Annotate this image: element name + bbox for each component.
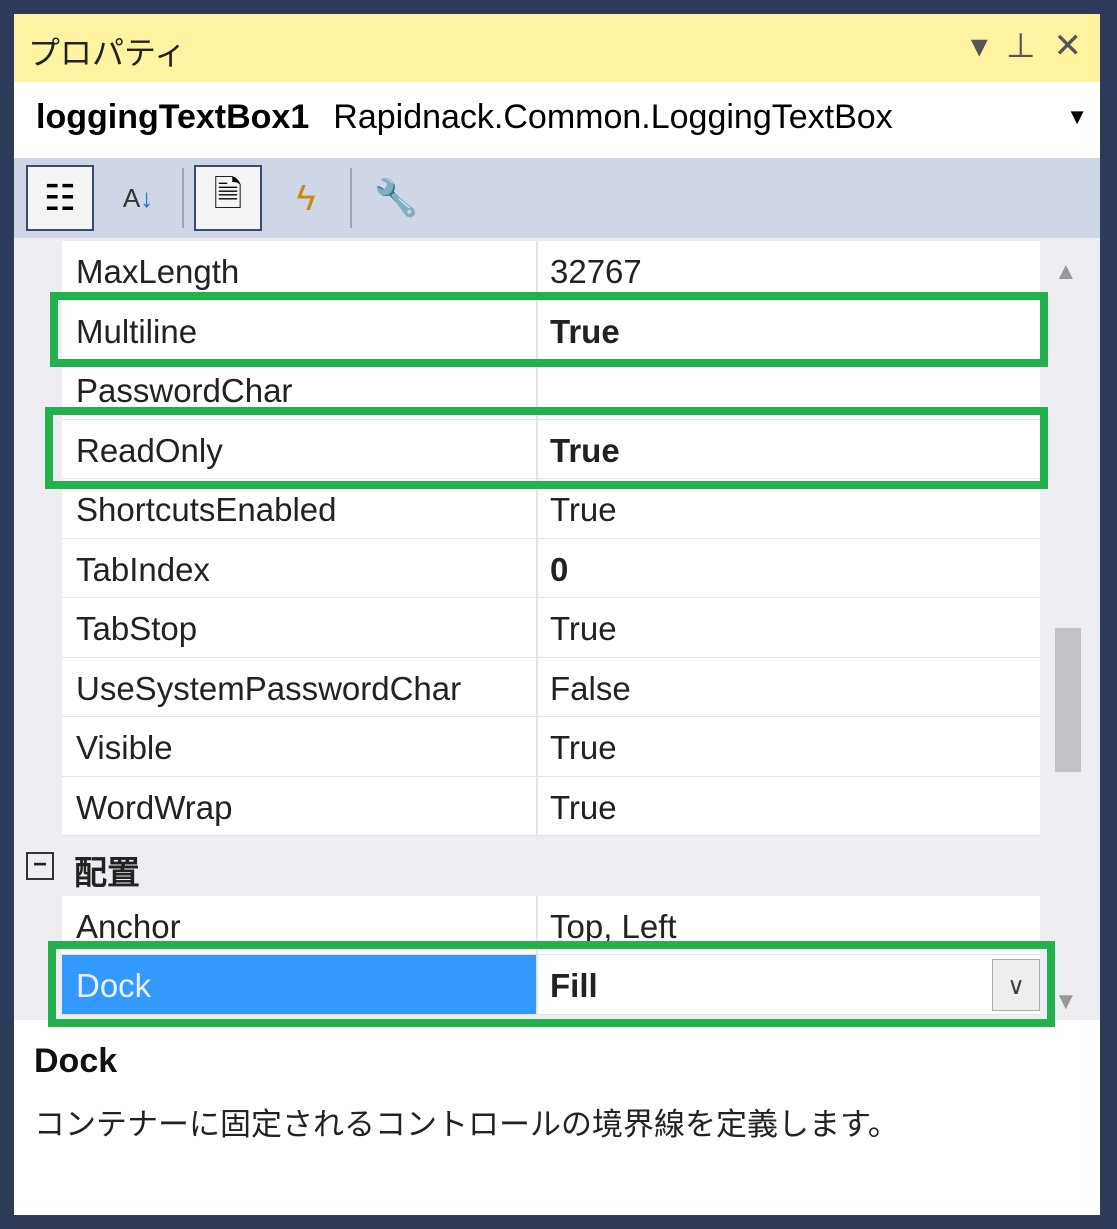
- close-icon[interactable]: ✕: [1054, 26, 1083, 66]
- highlight-readonly: [45, 407, 1048, 489]
- highlight-dock: [48, 941, 1055, 1027]
- collapse-icon[interactable]: −: [26, 852, 54, 880]
- highlight-multiline: [50, 292, 1048, 367]
- description-text: コンテナーに固定されるコントロールの境界線を定義します。: [34, 1107, 899, 1142]
- toolbar: ☷ A↓ 🗎 ϟ 🔧: [14, 158, 1100, 238]
- property-value[interactable]: True: [538, 776, 1040, 836]
- categorized-icon: ☷: [43, 177, 77, 218]
- category-label: 配置: [74, 854, 140, 891]
- dropdown-icon[interactable]: ▾: [971, 26, 988, 66]
- property-row-usesystempasswordchar[interactable]: UseSystemPasswordChar False: [14, 657, 1040, 717]
- lightning-icon: ϟ: [296, 177, 316, 218]
- sort-az-icon: A↓: [122, 182, 154, 213]
- separator: [182, 168, 184, 228]
- property-row-wordwrap[interactable]: WordWrap True: [14, 776, 1040, 836]
- property-value[interactable]: True: [538, 598, 1040, 658]
- title-bar: プロパティ ▾ ⊥ ✕: [14, 14, 1100, 82]
- property-name[interactable]: TabIndex: [62, 538, 538, 598]
- description-title: Dock: [34, 1042, 118, 1080]
- property-value[interactable]: True: [538, 717, 1040, 777]
- events-button[interactable]: ϟ: [272, 165, 340, 231]
- property-row-visible[interactable]: Visible True: [14, 717, 1040, 777]
- scroll-down-icon[interactable]: ▼: [1054, 988, 1078, 1016]
- wrench-icon: 🔧: [373, 177, 419, 218]
- property-row-tabindex[interactable]: TabIndex 0: [14, 538, 1040, 598]
- property-name[interactable]: UseSystemPasswordChar: [62, 657, 538, 717]
- property-value[interactable]: False: [538, 657, 1040, 717]
- scroll-thumb[interactable]: [1055, 628, 1081, 772]
- object-selector[interactable]: loggingTextBox1 Rapidnack.Common.LoggingT…: [14, 82, 1100, 158]
- separator: [350, 168, 352, 228]
- scrollbar[interactable]: ▲ ▼: [1040, 238, 1100, 1020]
- property-name[interactable]: WordWrap: [62, 776, 538, 836]
- panel-title: プロパティ: [28, 35, 187, 71]
- pin-icon[interactable]: ⊥: [1006, 26, 1036, 66]
- scroll-up-icon[interactable]: ▲: [1054, 258, 1078, 286]
- description-pane: Dock コンテナーに固定されるコントロールの境界線を定義します。: [14, 1020, 1100, 1215]
- property-page-icon: 🗎: [213, 172, 243, 214]
- property-pages-button[interactable]: 🔧: [362, 165, 430, 231]
- chevron-down-icon[interactable]: ▼: [1066, 104, 1088, 130]
- category-row[interactable]: − 配置: [14, 836, 1040, 896]
- properties-button[interactable]: 🗎: [194, 165, 262, 231]
- property-row-tabstop[interactable]: TabStop True: [14, 598, 1040, 658]
- property-name[interactable]: Visible: [62, 717, 538, 777]
- alphabetical-button[interactable]: A↓: [104, 165, 172, 231]
- property-name[interactable]: TabStop: [62, 598, 538, 658]
- categorized-button[interactable]: ☷: [26, 165, 94, 231]
- object-name: loggingTextBox1: [36, 98, 310, 136]
- properties-panel: プロパティ ▾ ⊥ ✕ loggingTextBox1 Rapidnack.Com…: [14, 14, 1100, 1215]
- object-type: Rapidnack.Common.LoggingTextBox: [333, 98, 893, 136]
- property-value[interactable]: 0: [538, 538, 1040, 598]
